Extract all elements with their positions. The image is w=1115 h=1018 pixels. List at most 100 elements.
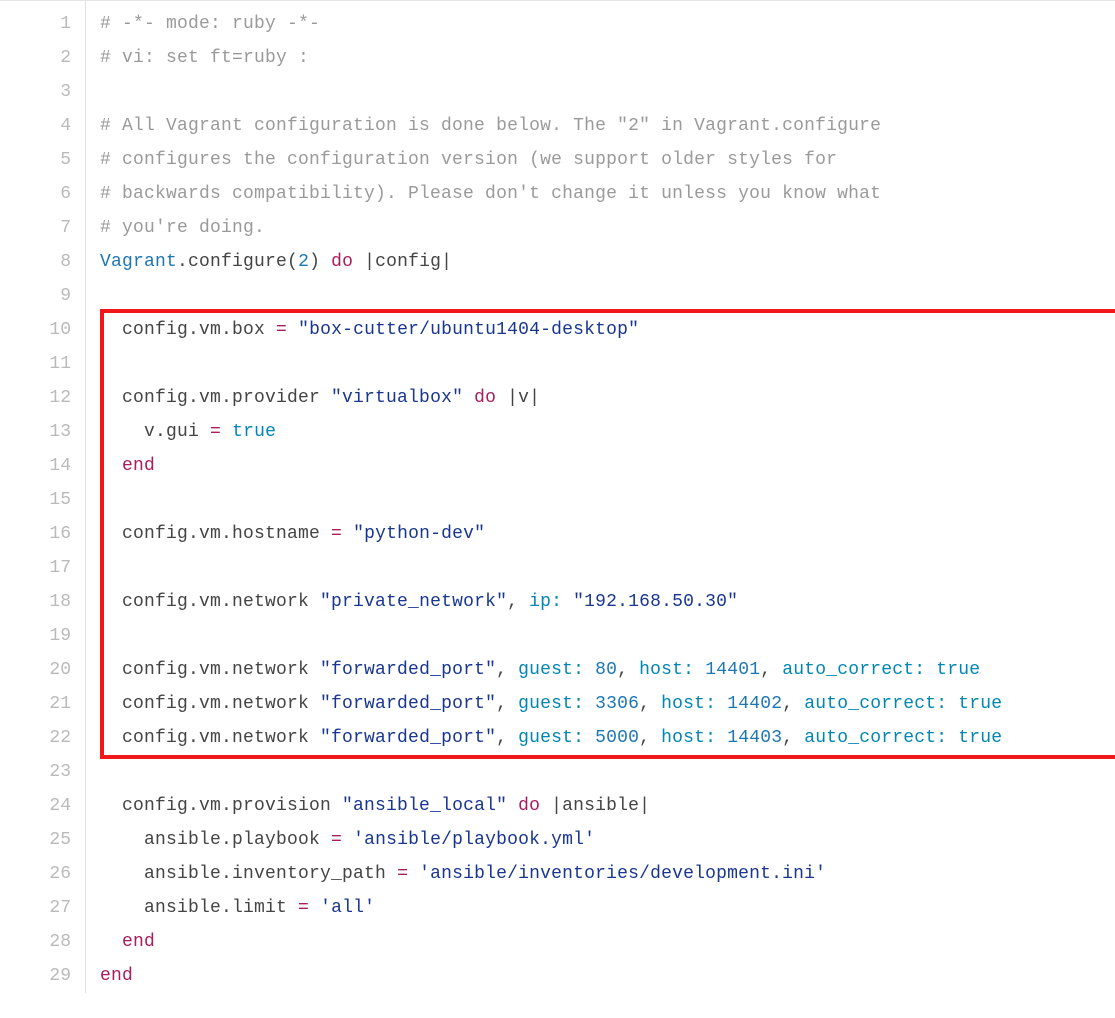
line-number: 25 bbox=[0, 823, 71, 857]
token: "192.168.50.30" bbox=[573, 592, 738, 612]
token: |ansible| bbox=[540, 796, 650, 816]
token: v.gui bbox=[100, 422, 210, 442]
token: # you're doing. bbox=[100, 218, 265, 238]
token: ip: bbox=[529, 592, 562, 612]
code-line: # you're doing. bbox=[86, 211, 1115, 245]
token: ) bbox=[309, 252, 331, 272]
line-number: 14 bbox=[0, 449, 71, 483]
token: guest: bbox=[518, 660, 584, 680]
token: 'ansible/playbook.yml' bbox=[353, 830, 595, 850]
code-line: end bbox=[86, 959, 1115, 993]
token: , bbox=[639, 728, 661, 748]
token: , bbox=[507, 592, 529, 612]
line-number: 6 bbox=[0, 177, 71, 211]
code-source[interactable]: # -*- mode: ruby -*- # vi: set ft=ruby : #… bbox=[86, 1, 1115, 993]
code-line bbox=[86, 483, 1115, 517]
token bbox=[694, 660, 705, 680]
code-line bbox=[86, 551, 1115, 585]
token: 'ansible/inventories/development.ini' bbox=[419, 864, 826, 884]
token: config.vm.box bbox=[100, 320, 276, 340]
code-line: config.vm.provision "ansible_local" do |… bbox=[86, 789, 1115, 823]
token: true bbox=[958, 728, 1002, 748]
token: end bbox=[122, 932, 155, 952]
code-line: config.vm.network "private_network", ip:… bbox=[86, 585, 1115, 619]
token: config.vm.network bbox=[100, 728, 320, 748]
code-viewer: 1234567891011121314151617181920212223242… bbox=[0, 0, 1115, 993]
token bbox=[408, 864, 419, 884]
line-number: 29 bbox=[0, 959, 71, 993]
token: , bbox=[760, 660, 782, 680]
token: "private_network" bbox=[320, 592, 507, 612]
token: 5000 bbox=[595, 728, 639, 748]
token: , bbox=[639, 694, 661, 714]
line-number: 21 bbox=[0, 687, 71, 721]
line-number: 1 bbox=[0, 7, 71, 41]
line-number: 17 bbox=[0, 551, 71, 585]
token: "forwarded_port" bbox=[320, 728, 496, 748]
token bbox=[947, 694, 958, 714]
token: # configures the configuration version (… bbox=[100, 150, 837, 170]
token bbox=[925, 660, 936, 680]
token bbox=[463, 388, 474, 408]
token: = bbox=[298, 898, 309, 918]
token: 14401 bbox=[705, 660, 760, 680]
line-number: 11 bbox=[0, 347, 71, 381]
token bbox=[716, 728, 727, 748]
code-line: ansible.playbook = 'ansible/playbook.yml… bbox=[86, 823, 1115, 857]
code-line: ansible.inventory_path = 'ansible/invent… bbox=[86, 857, 1115, 891]
line-number: 10 bbox=[0, 313, 71, 347]
code-line: # vi: set ft=ruby : bbox=[86, 41, 1115, 75]
line-number: 9 bbox=[0, 279, 71, 313]
line-number: 3 bbox=[0, 75, 71, 109]
code-line: # configures the configuration version (… bbox=[86, 143, 1115, 177]
token bbox=[584, 694, 595, 714]
code-line bbox=[86, 755, 1115, 789]
code-line: config.vm.network "forwarded_port", gues… bbox=[86, 687, 1115, 721]
line-number: 22 bbox=[0, 721, 71, 755]
token: do bbox=[331, 252, 353, 272]
line-number: 13 bbox=[0, 415, 71, 449]
line-number-gutter: 1234567891011121314151617181920212223242… bbox=[0, 1, 86, 993]
code-line: end bbox=[86, 925, 1115, 959]
token: = bbox=[331, 830, 342, 850]
token: "box-cutter/ubuntu1404-desktop" bbox=[298, 320, 639, 340]
token: 2 bbox=[298, 252, 309, 272]
token: 80 bbox=[595, 660, 617, 680]
token: = bbox=[397, 864, 408, 884]
token: true bbox=[232, 422, 276, 442]
token: , bbox=[782, 694, 804, 714]
token: auto_correct: bbox=[804, 728, 947, 748]
code-line bbox=[86, 347, 1115, 381]
code-line: v.gui = true bbox=[86, 415, 1115, 449]
line-number: 24 bbox=[0, 789, 71, 823]
token: # vi: set ft=ruby : bbox=[100, 48, 309, 68]
token bbox=[100, 932, 122, 952]
token: guest: bbox=[518, 728, 584, 748]
code-line: # All Vagrant configuration is done belo… bbox=[86, 109, 1115, 143]
line-number: 2 bbox=[0, 41, 71, 75]
code-line: config.vm.provider "virtualbox" do |v| bbox=[86, 381, 1115, 415]
line-number: 26 bbox=[0, 857, 71, 891]
token: , bbox=[496, 694, 518, 714]
token: 14402 bbox=[727, 694, 782, 714]
code-line: config.vm.network "forwarded_port", gues… bbox=[86, 653, 1115, 687]
line-number: 20 bbox=[0, 653, 71, 687]
token: |config| bbox=[353, 252, 452, 272]
line-number: 8 bbox=[0, 245, 71, 279]
token: config.vm.network bbox=[100, 592, 320, 612]
token: = bbox=[331, 524, 342, 544]
line-number: 28 bbox=[0, 925, 71, 959]
code-line bbox=[86, 279, 1115, 313]
token: Vagrant bbox=[100, 252, 177, 272]
code-line: ansible.limit = 'all' bbox=[86, 891, 1115, 925]
token: auto_correct: bbox=[782, 660, 925, 680]
line-number: 19 bbox=[0, 619, 71, 653]
token bbox=[562, 592, 573, 612]
line-number: 16 bbox=[0, 517, 71, 551]
code-line: Vagrant.configure(2) do |config| bbox=[86, 245, 1115, 279]
code-line: # -*- mode: ruby -*- bbox=[86, 7, 1115, 41]
token: configure( bbox=[188, 252, 298, 272]
token: , bbox=[617, 660, 639, 680]
token: end bbox=[122, 456, 155, 476]
token bbox=[507, 796, 518, 816]
